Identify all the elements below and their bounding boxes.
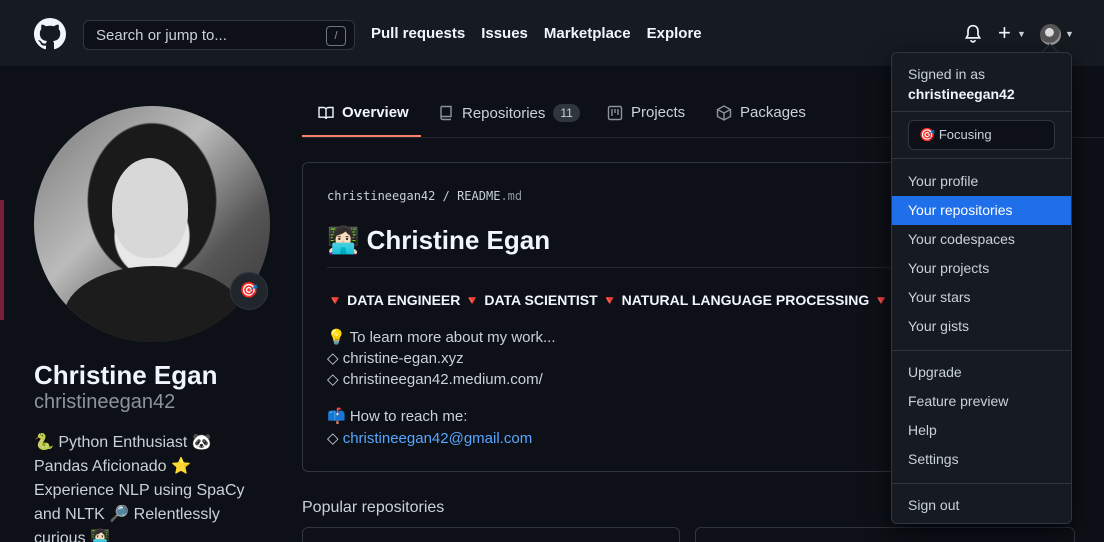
tab-overview-label: Overview <box>342 104 409 121</box>
triangle-down-icon: 🔻 <box>464 293 481 308</box>
signed-in-username: christineegan42 <box>908 86 1015 102</box>
readme-card: christineegan42 / README.md 👩🏻‍💻 Christi… <box>302 162 922 472</box>
menu-your-stars[interactable]: Your stars <box>892 283 1071 312</box>
create-caret-icon[interactable]: ▼ <box>1017 29 1026 39</box>
search-input[interactable]: Search or jump to... / <box>83 20 355 50</box>
signed-in-label: Signed in as <box>908 66 986 82</box>
medium-link[interactable]: ◇ christineegan42.medium.com/ <box>327 370 543 388</box>
email-bullet: ◇ <box>327 430 343 447</box>
readme-breadcrumb: christineegan42 / README.md <box>327 189 522 203</box>
create-new-icon[interactable]: + <box>998 22 1011 44</box>
role-label: DATA ENGINEER <box>347 292 461 308</box>
book-icon <box>318 106 334 119</box>
tab-projects[interactable]: Projects <box>607 104 685 121</box>
role-label: NATURAL LANGUAGE PROCESSING <box>621 292 870 308</box>
popular-repo-card[interactable] <box>695 527 1075 542</box>
menu-feature-preview[interactable]: Feature preview <box>892 387 1071 416</box>
tab-projects-label: Projects <box>631 104 686 121</box>
set-status-button[interactable]: 🎯 Focusing <box>908 120 1055 150</box>
tab-packages-label: Packages <box>740 104 806 121</box>
dropdown-divider <box>892 350 1071 351</box>
tab-repositories-label: Repositories <box>462 104 546 122</box>
email-link[interactable]: christineegan42@gmail.com <box>343 430 533 447</box>
breadcrumb-file-link[interactable]: README.md <box>457 189 522 203</box>
bio-line: and NLTK 🔎 Relentlessly <box>34 506 220 523</box>
github-logo-icon[interactable] <box>34 18 66 50</box>
role-label: DATA SCIENTIST <box>484 292 598 308</box>
header-avatar[interactable] <box>1040 24 1061 45</box>
reach-me-text: 📫 How to reach me: <box>327 408 468 425</box>
bio-line: curious 👩🏻‍💻 <box>34 530 110 542</box>
bio-line: Experience NLP using SpaCy <box>34 482 245 499</box>
popular-repo-card[interactable] <box>302 527 680 542</box>
menu-your-repositories[interactable]: Your repositories <box>892 196 1071 225</box>
menu-your-profile[interactable]: Your profile <box>892 167 1071 196</box>
package-icon <box>716 104 732 121</box>
nav-marketplace[interactable]: Marketplace <box>544 25 631 42</box>
breadcrumb-file-ext: .md <box>500 189 523 203</box>
profile-avatar <box>34 106 270 342</box>
tab-packages[interactable]: Packages <box>716 104 806 121</box>
search-placeholder: Search or jump to... <box>96 27 227 44</box>
breadcrumb-file-name: README <box>457 189 501 203</box>
menu-your-projects[interactable]: Your projects <box>892 254 1071 283</box>
tab-overview[interactable]: Overview <box>318 104 409 121</box>
menu-your-gists[interactable]: Your gists <box>892 312 1071 341</box>
status-emoji-icon: 🎯 <box>919 127 936 142</box>
triangle-down-icon: 🔻 <box>873 293 890 308</box>
website-link[interactable]: ◇ christine-egan.xyz <box>327 349 464 367</box>
avatar-photo-face <box>112 158 188 258</box>
profile-bio: 🐍 Python Enthusiast 🐼 Pandas Aficionado … <box>34 431 274 542</box>
window-edge-accent <box>0 200 4 320</box>
active-tab-underline <box>302 135 421 137</box>
nav-explore[interactable]: Explore <box>647 25 702 42</box>
dropdown-divider <box>892 111 1071 112</box>
tab-repositories[interactable]: Repositories 11 <box>438 104 580 122</box>
menu-sign-out[interactable]: Sign out <box>892 491 1071 520</box>
dropdown-divider <box>892 158 1071 159</box>
main-nav: Pull requests Issues Marketplace Explore <box>371 25 702 42</box>
nav-issues[interactable]: Issues <box>481 25 528 42</box>
bio-line: 🐍 Python Enthusiast 🐼 <box>34 434 212 451</box>
dropdown-divider <box>892 483 1071 484</box>
project-icon <box>607 105 623 120</box>
learn-more-text: 💡 To learn more about my work... <box>327 329 556 346</box>
menu-your-codespaces[interactable]: Your codespaces <box>892 225 1071 254</box>
avatar-caret-icon[interactable]: ▼ <box>1065 29 1074 39</box>
avatar-photo-body <box>64 266 244 342</box>
profile-full-name: Christine Egan <box>34 360 218 390</box>
readme-title: 👩🏻‍💻 Christine Egan <box>327 225 551 255</box>
status-label: Focusing <box>938 127 992 142</box>
menu-settings[interactable]: Settings <box>892 445 1071 474</box>
bio-line: Pandas Aficionado ⭐ <box>34 458 191 475</box>
email-line: ◇ christineegan42@gmail.com <box>327 429 532 447</box>
breadcrumb-owner-link[interactable]: christineegan42 <box>327 189 435 203</box>
nav-pull-requests[interactable]: Pull requests <box>371 25 465 42</box>
breadcrumb-separator: / <box>442 189 450 203</box>
title-divider <box>327 267 897 268</box>
repo-icon <box>440 105 452 121</box>
triangle-down-icon: 🔻 <box>601 293 618 308</box>
status-emoji-button[interactable]: 🎯 <box>230 272 268 310</box>
profile-username: christineegan42 <box>34 391 176 413</box>
triangle-down-icon: 🔻 <box>327 293 344 308</box>
menu-help[interactable]: Help <box>892 416 1071 445</box>
search-shortcut-key: / <box>326 26 346 46</box>
popular-repositories-heading: Popular repositories <box>302 499 445 516</box>
bell-icon[interactable] <box>964 24 982 44</box>
repositories-count-badge: 11 <box>553 104 580 122</box>
roles-line: 🔻 DATA ENGINEER 🔻 DATA SCIENTIST 🔻 NATUR… <box>327 292 893 309</box>
menu-upgrade[interactable]: Upgrade <box>892 358 1071 387</box>
signed-in-header: Signed in as christineegan42 <box>908 64 1015 104</box>
user-dropdown-menu: Signed in as christineegan42 🎯 Focusing … <box>891 52 1072 524</box>
